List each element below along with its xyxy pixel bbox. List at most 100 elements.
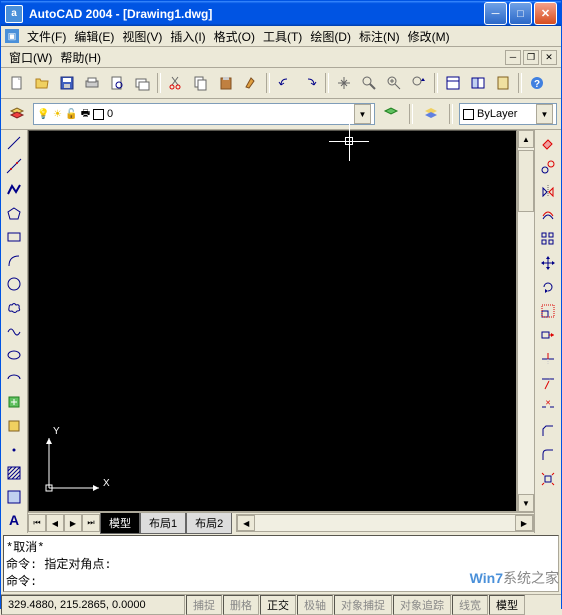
mdi-close[interactable]: ✕ [541,50,557,65]
redo-button[interactable] [298,71,322,95]
help-button[interactable]: ? [525,71,549,95]
layer-manager-button[interactable] [5,102,29,126]
publish-button[interactable] [130,71,154,95]
explode-button[interactable] [536,468,560,490]
tab-last-button[interactable]: ⏭ [82,514,100,532]
xline-button[interactable] [2,156,26,178]
command-line[interactable]: *取消* 命令: 指定对角点: 命令: [3,535,559,592]
tab-next-button[interactable]: ▶ [64,514,82,532]
menu-window[interactable]: 窗口(W) [5,47,56,68]
scroll-left-button[interactable]: ◀ [237,515,255,531]
ortho-toggle[interactable]: 正交 [260,595,296,615]
cut-button[interactable] [164,71,188,95]
stretch-button[interactable] [536,324,560,346]
minimize-button[interactable]: ─ [484,2,507,25]
new-button[interactable] [5,71,29,95]
menu-help[interactable]: 帮助(H) [56,47,105,68]
drawing-area[interactable]: Y X [28,130,517,512]
rectangle-button[interactable] [2,226,26,248]
menu-file[interactable]: 文件(F) [23,26,70,47]
make-block-button[interactable] [2,415,26,437]
layer-dropdown[interactable]: 💡 ☀ 🔓 🖶 0 ▼ [33,103,375,125]
color-dropdown[interactable]: ByLayer ▼ [459,103,557,125]
fillet-button[interactable] [536,444,560,466]
tab-prev-button[interactable]: ◀ [46,514,64,532]
design-center-button[interactable] [466,71,490,95]
mdi-restore[interactable]: ❐ [523,50,539,65]
mdi-minimize[interactable]: ─ [505,50,521,65]
tab-model[interactable]: 模型 [100,513,140,534]
tab-layout1[interactable]: 布局1 [140,513,186,534]
model-toggle[interactable]: 模型 [489,595,525,615]
preview-button[interactable] [105,71,129,95]
tool-palettes-button[interactable] [491,71,515,95]
scroll-down-button[interactable]: ▼ [518,494,534,512]
menu-view[interactable]: 视图(V) [118,26,166,47]
hatch-button[interactable] [2,462,26,484]
menu-dimension[interactable]: 标注(N) [355,26,404,47]
grid-toggle[interactable]: 删格 [223,595,259,615]
copy-button[interactable] [189,71,213,95]
pan-button[interactable] [332,71,356,95]
copy-object-button[interactable] [536,156,560,178]
arc-button[interactable] [2,250,26,272]
layer-prev-button[interactable] [379,102,403,126]
break-button[interactable]: ✕ [536,396,560,418]
spline-button[interactable] [2,321,26,343]
vertical-scrollbar[interactable]: ▲ ▼ [517,130,534,512]
close-button[interactable]: ✕ [534,2,557,25]
circle-button[interactable] [2,274,26,296]
layer-states-button[interactable] [419,102,443,126]
array-button[interactable] [536,228,560,250]
scroll-thumb[interactable] [518,150,534,212]
insert-block-button[interactable] [2,392,26,414]
maximize-button[interactable]: □ [509,2,532,25]
polygon-button[interactable] [2,203,26,225]
polar-toggle[interactable]: 极轴 [297,595,333,615]
chamfer-button[interactable] [536,420,560,442]
scroll-right-button[interactable]: ▶ [515,515,533,531]
snap-toggle[interactable]: 捕捉 [186,595,222,615]
menu-draw[interactable]: 绘图(D) [306,26,355,47]
undo-button[interactable] [273,71,297,95]
point-button[interactable] [2,439,26,461]
menu-format[interactable]: 格式(O) [210,26,259,47]
zoom-button[interactable] [357,71,381,95]
menu-tools[interactable]: 工具(T) [259,26,306,47]
otrack-toggle[interactable]: 对象追踪 [393,595,451,615]
scroll-up-button[interactable]: ▲ [518,130,534,148]
paste-button[interactable] [214,71,238,95]
plot-button[interactable] [80,71,104,95]
line-button[interactable] [2,132,26,154]
tab-layout2[interactable]: 布局2 [186,513,232,534]
zoom-window-button[interactable] [382,71,406,95]
save-button[interactable] [55,71,79,95]
menu-modify[interactable]: 修改(M) [404,26,454,47]
zoom-prev-button[interactable] [407,71,431,95]
move-button[interactable] [536,252,560,274]
match-button[interactable] [239,71,263,95]
open-button[interactable] [30,71,54,95]
offset-button[interactable] [536,204,560,226]
properties-button[interactable] [441,71,465,95]
extend-button[interactable] [536,372,560,394]
svg-text:?: ? [534,79,540,90]
horizontal-scrollbar[interactable]: ◀ ▶ [236,514,534,532]
menu-edit[interactable]: 编辑(E) [70,26,118,47]
pline-button[interactable] [2,179,26,201]
text-button[interactable]: A [2,510,26,532]
tab-first-button[interactable]: ⏮ [28,514,46,532]
mirror-button[interactable] [536,180,560,202]
scale-button[interactable] [536,300,560,322]
ellipse-button[interactable] [2,344,26,366]
menu-insert[interactable]: 插入(I) [166,26,209,47]
region-button[interactable] [2,486,26,508]
lwt-toggle[interactable]: 线宽 [452,595,488,615]
trim-button[interactable] [536,348,560,370]
ellipse-arc-button[interactable] [2,368,26,390]
osnap-toggle[interactable]: 对象捕捉 [334,595,392,615]
erase-button[interactable] [536,132,560,154]
revcloud-button[interactable] [2,297,26,319]
rotate-button[interactable] [536,276,560,298]
app-window: a AutoCAD 2004 - [Drawing1.dwg] ─ □ ✕ ▣ … [0,0,562,609]
